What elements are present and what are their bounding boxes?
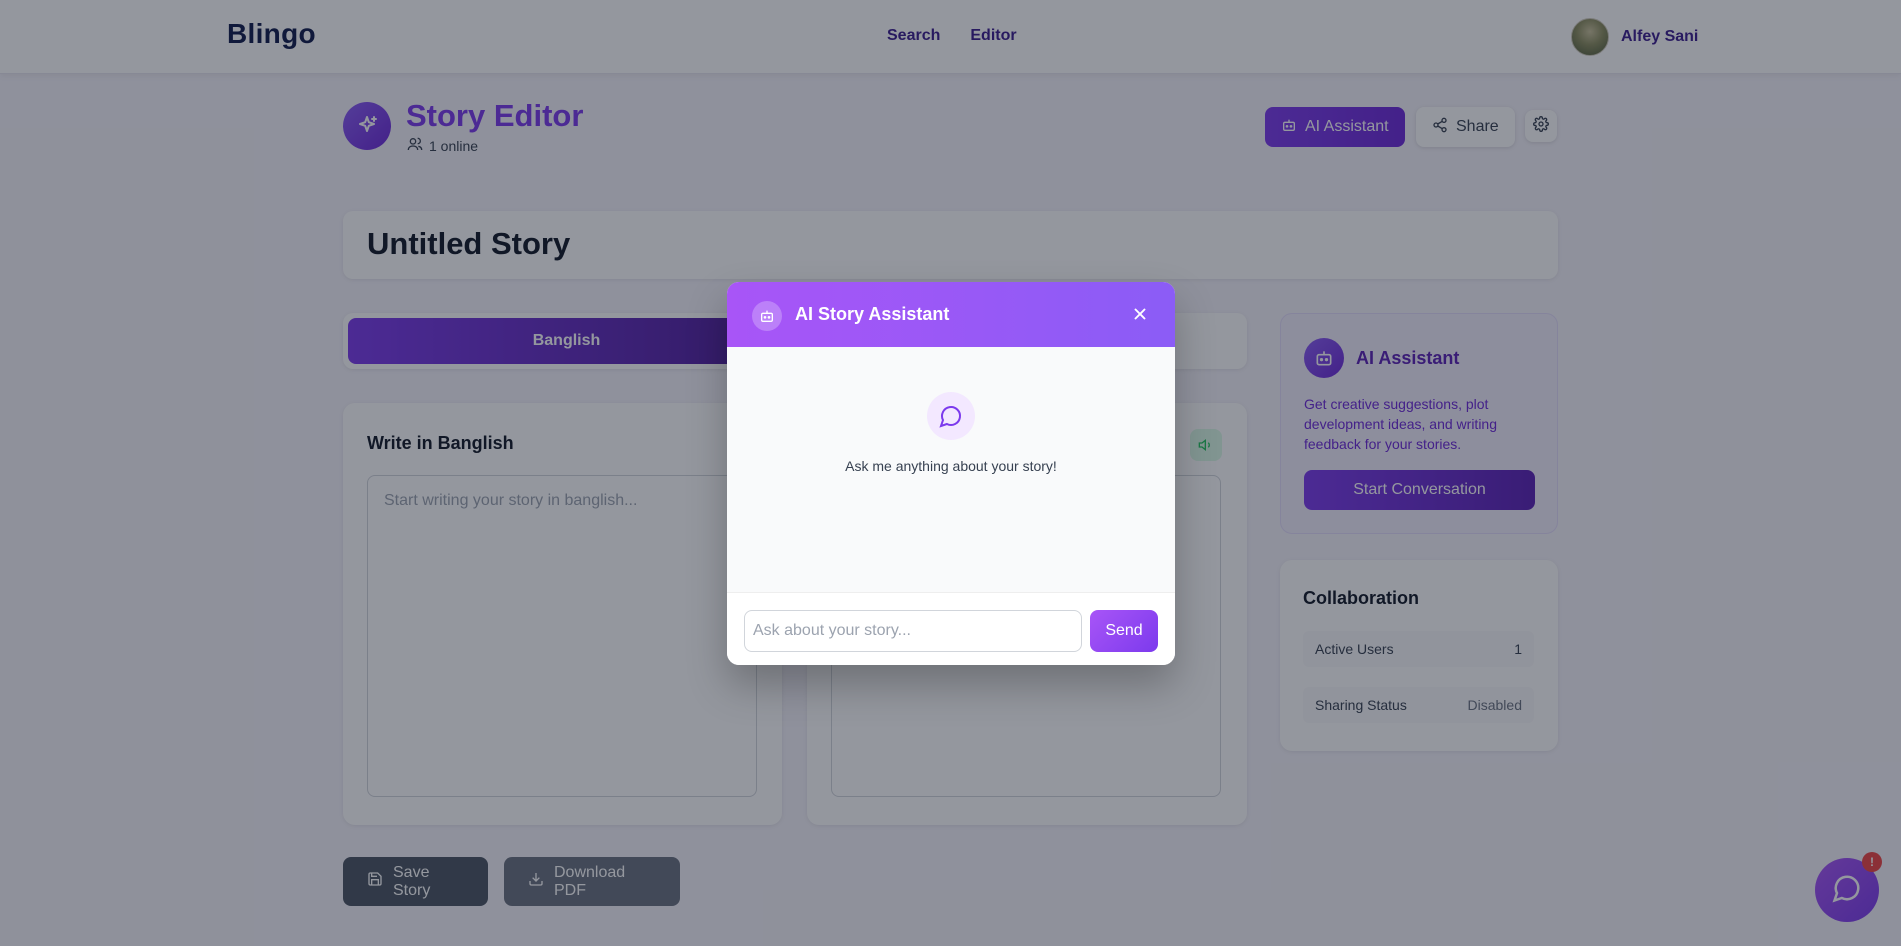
- modal-header: AI Story Assistant: [727, 282, 1175, 347]
- modal-footer: Send: [727, 592, 1175, 665]
- ai-story-assistant-modal: AI Story Assistant Ask me anything about…: [727, 282, 1175, 665]
- send-button[interactable]: Send: [1090, 610, 1158, 652]
- close-icon[interactable]: [1128, 302, 1152, 326]
- modal-chat-area: Ask me anything about your story!: [727, 347, 1175, 592]
- modal-title: AI Story Assistant: [795, 304, 950, 324]
- chat-input[interactable]: [744, 610, 1082, 652]
- robot-icon: [752, 301, 782, 331]
- empty-state-text: Ask me anything about your story!: [845, 458, 1057, 474]
- message-circle-icon: [927, 392, 975, 440]
